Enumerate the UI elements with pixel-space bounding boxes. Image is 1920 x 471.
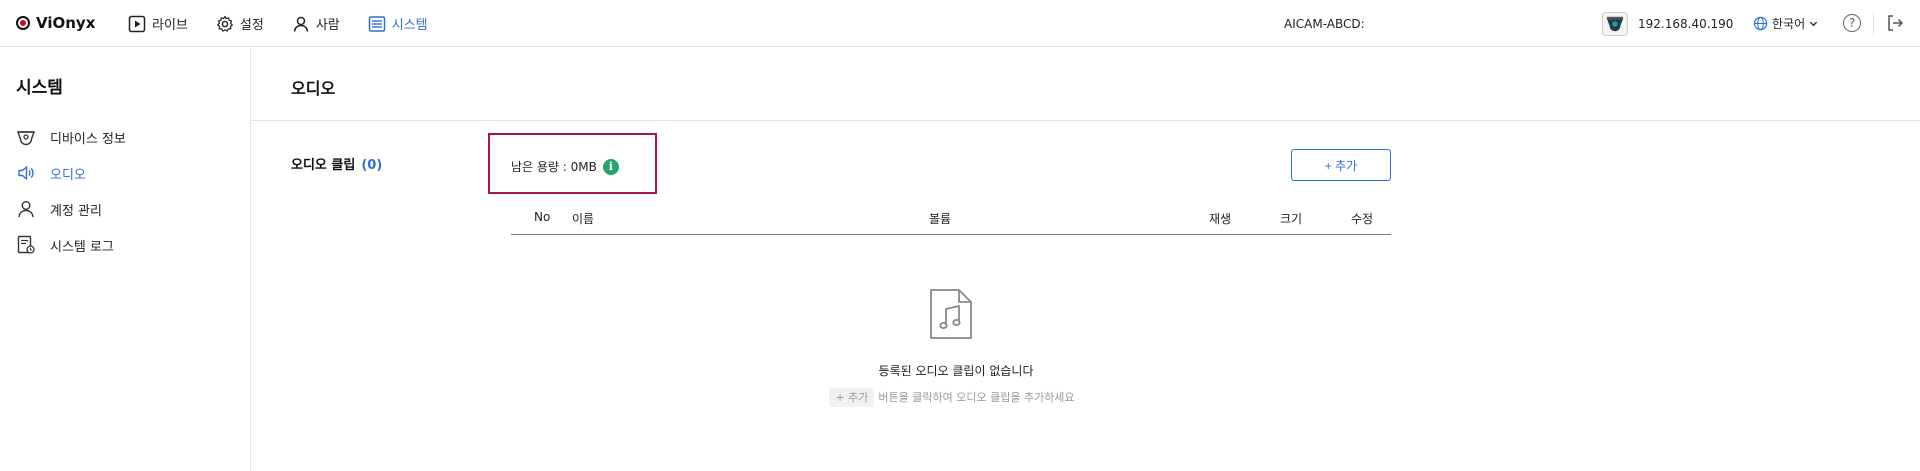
log-icon [17,235,35,254]
column-name: 이름 [572,212,595,226]
column-volume: 볼륨 [929,212,952,226]
language-select[interactable]: 한국어 [1753,15,1818,32]
nav-item-people[interactable]: 사람 [292,14,340,33]
empty-state-hint: + 추가 버튼을 클릭하여 오디오 클립을 추가하세요 [822,388,1082,407]
audio-clip-label: 오디오 클립 (0) [291,158,383,173]
logout-icon[interactable] [1886,14,1904,36]
app-name: ViOnyx [36,14,96,32]
header-divider [1873,13,1874,35]
column-edit: 수정 [1351,212,1374,226]
column-size: 크기 [1280,212,1303,226]
page-title: 오디오 [291,79,336,98]
nav-item-settings[interactable]: 설정 [216,14,264,33]
person-icon [18,201,34,218]
music-file-icon [928,288,974,344]
audio-clip-table-header: No 이름 볼륨 재생 크기 수정 [511,205,1391,235]
hint-text: 버튼을 클릭하여 오디오 클립을 추가하세요 [878,391,1075,404]
logo-icon [16,16,30,30]
device-camera-icon[interactable] [1602,12,1628,36]
system-icon [368,15,385,32]
info-icon[interactable]: i [602,158,619,175]
sidebar-item-system-log[interactable]: 시스템 로그 [16,235,114,255]
sidebar-item-device-info[interactable]: 디바이스 정보 [16,127,126,147]
capacity-text: 남은 용량 : 0MB [511,160,597,174]
language-label: 한국어 [1772,17,1806,31]
help-icon[interactable]: ? [1843,14,1861,32]
sidebar-item-audio[interactable]: 오디오 [16,163,86,183]
camera-dome-icon [1606,16,1624,32]
column-no: No [534,210,551,224]
sidebar-item-account[interactable]: 계정 관리 [16,199,102,219]
speaker-icon [18,166,34,180]
sidebar-title: 시스템 [16,78,63,98]
column-play: 재생 [1209,212,1232,226]
camera-icon [17,131,35,146]
remaining-capacity: 남은 용량 : 0MB i [511,158,619,175]
device-ip: 192.168.40.190 [1638,17,1734,31]
clip-count: (0) [361,158,383,173]
person-icon [293,16,309,32]
nav-item-live[interactable]: 라이브 [128,14,188,33]
title-divider [251,120,1920,121]
hint-add-chip: + 추가 [829,388,875,407]
globe-icon [1753,16,1768,31]
add-button[interactable]: + 추가 [1291,149,1391,181]
app-logo[interactable]: ViOnyx [16,14,95,32]
gear-icon [216,15,233,32]
empty-state-title: 등록된 오디오 클립이 없습니다 [878,364,1034,378]
play-icon [128,15,146,32]
chevron-down-icon [1810,21,1818,27]
sidebar: 시스템 디바이스 정보 오디오 계정 관리 시스템 로그 [0,48,251,471]
main-nav: 라이브 설정 사람 시스템 [128,0,428,47]
top-bar: ViOnyx 라이브 설정 사람 시스템 AICAM-ABCD: 192.168… [0,0,1920,47]
device-label: AICAM-ABCD: [1284,17,1365,31]
nav-item-system[interactable]: 시스템 [368,14,428,33]
